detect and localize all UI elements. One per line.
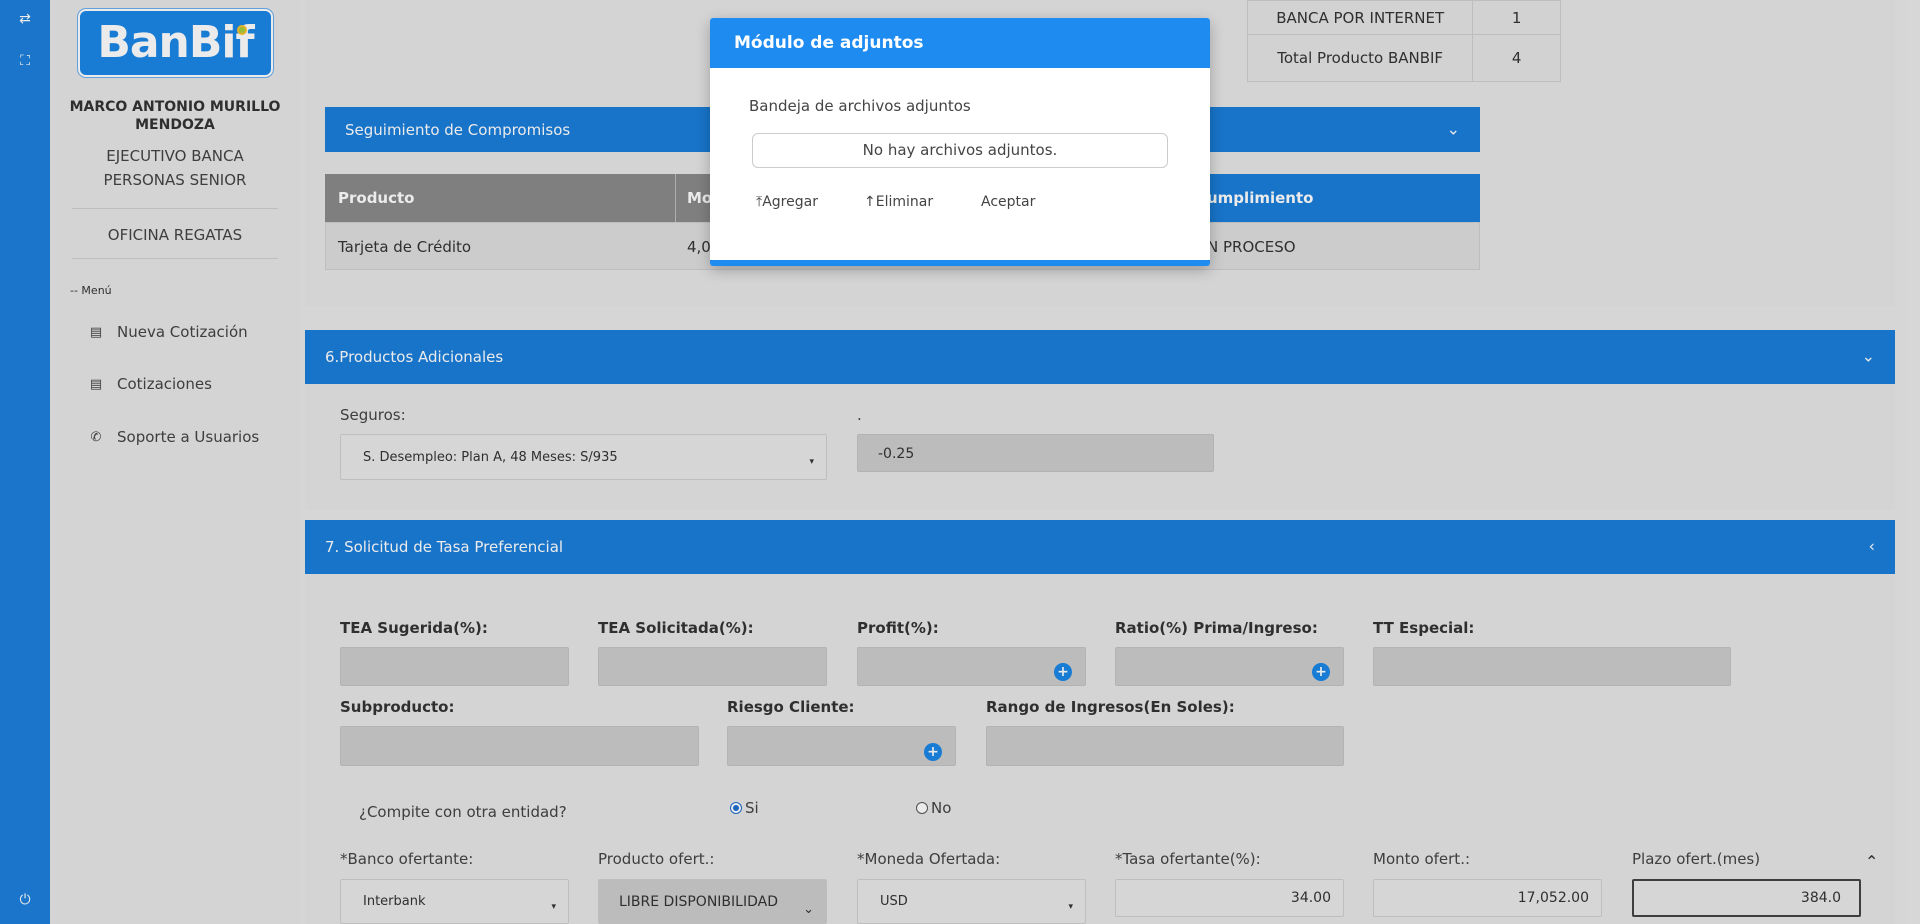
- accept-button[interactable]: Aceptar: [981, 194, 1035, 210]
- attachments-list: No hay archivos adjuntos.: [752, 133, 1168, 168]
- modal-subtitle: Bandeja de archivos adjuntos: [749, 97, 971, 115]
- delete-attachment-button[interactable]: ↑Eliminar: [864, 194, 933, 210]
- modal-footer-bar: [710, 260, 1210, 266]
- arrow-up-icon: ↑: [864, 194, 876, 210]
- add-attachment-button[interactable]: ⤒Agregar: [756, 194, 818, 210]
- attachments-modal: Módulo de adjuntos Bandeja de archivos a…: [710, 18, 1210, 266]
- delete-label: Eliminar: [875, 194, 934, 210]
- add-label: Agregar: [762, 194, 818, 210]
- modal-title: Módulo de adjuntos: [710, 18, 1210, 68]
